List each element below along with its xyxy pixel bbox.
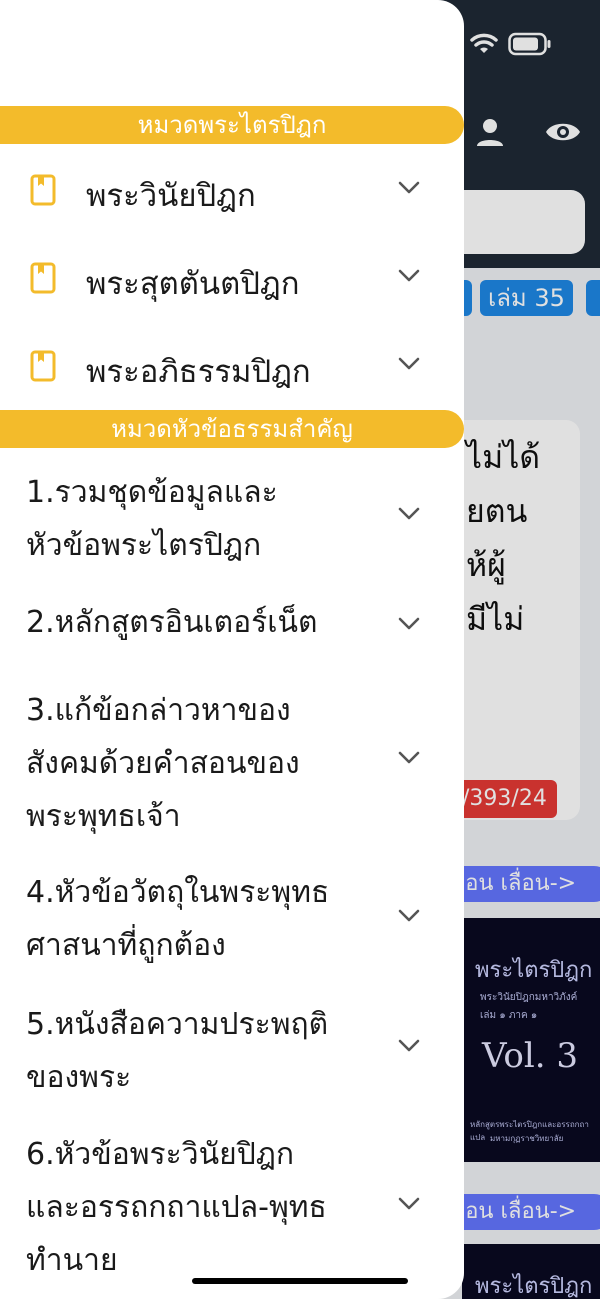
book-icon	[30, 262, 56, 298]
chevron-down-icon[interactable]	[398, 268, 420, 287]
topic-item-4[interactable]: 4.หัวข้อวัตถุในพระพุทธ ศาสนาที่ถูกต้อง	[0, 862, 464, 972]
topic-label: 1.รวมชุดข้อมูลและ หัวข้อพระไตรปิฎก	[26, 475, 278, 563]
chevron-down-icon[interactable]	[398, 1196, 420, 1215]
section-header-dhamma-topics: หมวดหัวข้อธรรมสำคัญ	[0, 410, 464, 448]
chevron-down-icon[interactable]	[398, 1038, 420, 1057]
topic-item-1[interactable]: 1.รวมชุดข้อมูลและ หัวข้อพระไตรปิฎก	[0, 462, 464, 572]
chevron-down-icon[interactable]	[398, 506, 420, 525]
topic-label: 5.หนังสือความประพฤติ ของพระ	[26, 1007, 329, 1095]
home-indicator[interactable]	[192, 1278, 408, 1284]
menu-item-vinaya[interactable]: พระวินัยปิฎก	[0, 144, 464, 236]
topic-item-3[interactable]: 3.แก้ข้อกล่าวหาของ สังคมด้วยคำสอนของ พระ…	[0, 680, 464, 840]
menu-item-label: พระอภิธรรมปิฎก	[86, 354, 311, 390]
book-icon	[30, 350, 56, 386]
menu-item-abhidhamma[interactable]: พระอภิธรรมปิฎก	[0, 320, 464, 412]
chevron-down-icon[interactable]	[398, 356, 420, 375]
topic-item-5[interactable]: 5.หนังสือความประพฤติ ของพระ	[0, 994, 464, 1104]
section-header-tripitaka: หมวดพระไตรปิฎก	[0, 106, 464, 144]
chevron-down-icon[interactable]	[398, 908, 420, 927]
topic-label: 4.หัวข้อวัตถุในพระพุทธ ศาสนาที่ถูกต้อง	[26, 875, 330, 963]
topic-label: 3.แก้ข้อกล่าวหาของ สังคมด้วยคำสอนของ พระ…	[26, 693, 300, 834]
chevron-down-icon[interactable]	[398, 616, 420, 635]
topic-item-2[interactable]: 2.หลักสูตรอินเตอร์เน็ต	[0, 594, 464, 654]
chevron-down-icon[interactable]	[398, 750, 420, 769]
menu-item-label: พระวินัยปิฎก	[86, 178, 256, 214]
book-icon	[30, 174, 56, 210]
topic-label: 2.หลักสูตรอินเตอร์เน็ต	[26, 605, 318, 640]
menu-item-label: พระสุตตันตปิฎก	[86, 266, 300, 302]
topic-label: 6.หัวข้อพระวินัยปิฎก และอรรถกถาแปล-พุทธ …	[26, 1137, 327, 1278]
navigation-drawer: หมวดพระไตรปิฎก พระวินัยปิฎก พระสุตตันตปิ…	[0, 0, 464, 1299]
menu-item-sutta[interactable]: พระสุตตันตปิฎก	[0, 232, 464, 324]
chevron-down-icon[interactable]	[398, 180, 420, 199]
topic-item-6[interactable]: 6.หัวข้อพระวินัยปิฎก และอรรถกถาแปล-พุทธ …	[0, 1124, 464, 1284]
